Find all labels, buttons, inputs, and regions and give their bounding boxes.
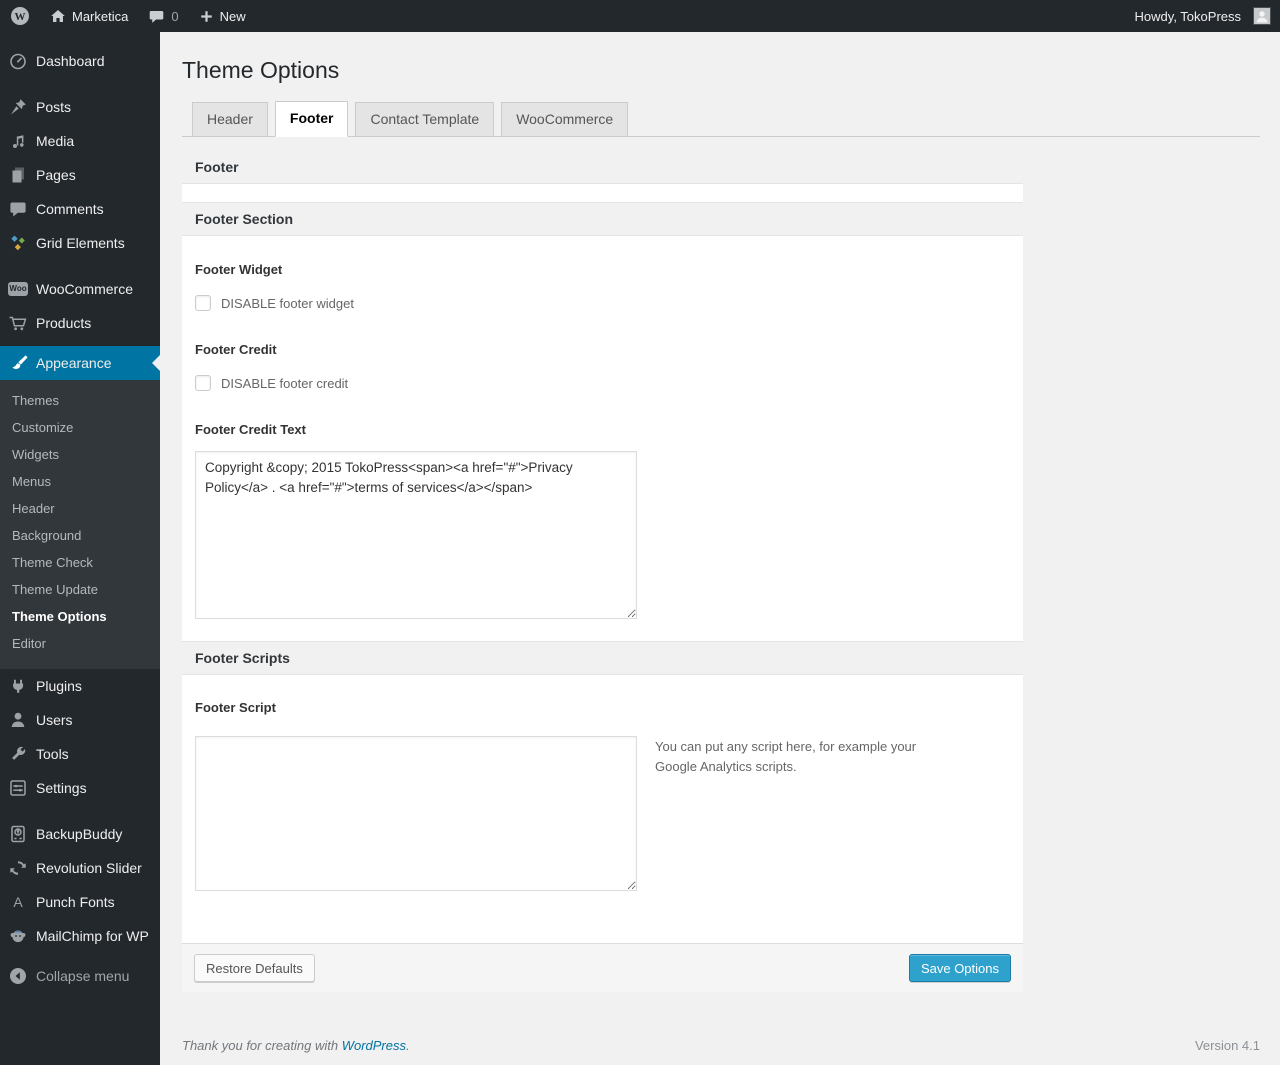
footer-section-body: Footer Widget DISABLE footer widget Foot… <box>182 262 1023 619</box>
panel-actions: Restore Defaults Save Options <box>182 943 1023 992</box>
sidebar-item-punch-fonts[interactable]: A Punch Fonts <box>0 885 160 919</box>
pages-icon <box>8 165 28 185</box>
media-icon <box>8 131 28 151</box>
footer-script-hint: You can put any script here, for example… <box>655 739 917 775</box>
sidebar-item-users[interactable]: Users <box>0 703 160 737</box>
wordpress-logo-menu[interactable]: W <box>0 0 40 32</box>
pushpin-icon <box>8 97 28 117</box>
howdy-label: Howdy, TokoPress <box>1134 8 1241 24</box>
sidebar-item-backupbuddy[interactable]: BackupBuddy <box>0 817 160 851</box>
footer-credit-text-input[interactable]: Copyright &copy; 2015 TokoPress<span><a … <box>195 451 637 619</box>
page-title: Theme Options <box>182 57 340 83</box>
sidebar-item-collapse-menu[interactable]: Collapse menu <box>0 959 160 993</box>
submenu-item-editor[interactable]: Editor <box>0 630 160 657</box>
tab-bar: Header Footer Contact Template WooCommer… <box>182 101 1260 137</box>
avatar <box>1253 7 1271 25</box>
footer-credit-label: Footer Credit <box>195 342 277 357</box>
thanks-text: Thank you for creating with WordPress. <box>182 1038 410 1053</box>
submenu-item-menus[interactable]: Menus <box>0 468 160 495</box>
sidebar-item-media[interactable]: Media <box>0 124 160 158</box>
wordpress-link[interactable]: WordPress <box>342 1038 406 1053</box>
sidebar-item-comments[interactable]: Comments <box>0 192 160 226</box>
disable-footer-widget-checkbox[interactable] <box>195 295 211 311</box>
dashboard-icon <box>8 51 28 71</box>
submenu-item-background[interactable]: Background <box>0 522 160 549</box>
comment-count: 0 <box>171 8 179 24</box>
comments-icon <box>8 199 28 219</box>
disable-footer-widget-label: DISABLE footer widget <box>221 295 354 311</box>
new-label: New <box>219 8 246 24</box>
user-icon <box>8 710 28 730</box>
plus-icon <box>199 9 214 24</box>
sidebar-item-tools[interactable]: Tools <box>0 737 160 771</box>
backup-drive-icon <box>8 824 28 844</box>
submenu-item-theme-options[interactable]: Theme Options <box>0 603 160 630</box>
sidebar-item-grid-elements[interactable]: Grid Elements <box>0 226 160 260</box>
footer-script-label: Footer Script <box>195 700 276 715</box>
sidebar-item-dashboard[interactable]: Dashboard <box>0 44 160 78</box>
site-menu[interactable]: Marketica <box>40 0 138 32</box>
main-content: Theme Options Header Footer Contact Temp… <box>160 32 1280 1065</box>
disable-footer-widget-row: DISABLE footer widget <box>195 294 1010 312</box>
comments-shortcut[interactable]: 0 <box>138 0 188 32</box>
submenu-item-theme-update[interactable]: Theme Update <box>0 576 160 603</box>
submenu-item-themes[interactable]: Themes <box>0 387 160 414</box>
cart-icon <box>8 313 28 333</box>
settings-sliders-icon <box>8 778 28 798</box>
sidebar-item-products[interactable]: Products <box>0 306 160 340</box>
current-menu-arrow <box>144 355 160 371</box>
svg-text:W: W <box>15 11 26 23</box>
disable-footer-credit-checkbox[interactable] <box>195 375 211 391</box>
footer-credit-text-label: Footer Credit Text <box>195 422 306 437</box>
submenu-item-customize[interactable]: Customize <box>0 414 160 441</box>
sidebar-item-posts[interactable]: Posts <box>0 90 160 124</box>
section-header-footer-section: Footer Section <box>182 202 1023 236</box>
paintbrush-icon <box>8 353 28 373</box>
admin-bar: W Marketica 0 New Howdy, TokoPress <box>0 0 1280 32</box>
admin-sidebar: Dashboard Posts Media Pages Comments Gri… <box>0 32 160 1065</box>
footer-scripts-body: Footer Script You can put any script her… <box>182 700 1023 891</box>
appearance-submenu: Themes Customize Widgets Menus Header Ba… <box>0 380 160 669</box>
sidebar-item-revolution-slider[interactable]: Revolution Slider <box>0 851 160 885</box>
submenu-item-theme-check[interactable]: Theme Check <box>0 549 160 576</box>
rotate-arrows-icon <box>8 858 28 878</box>
submenu-item-widgets[interactable]: Widgets <box>0 441 160 468</box>
disable-footer-credit-label: DISABLE footer credit <box>221 375 349 391</box>
monkey-icon <box>8 926 28 946</box>
footer-widget-label: Footer Widget <box>195 262 283 277</box>
tab-woocommerce[interactable]: WooCommerce <box>501 102 629 136</box>
sidebar-item-plugins[interactable]: Plugins <box>0 669 160 703</box>
tab-footer[interactable]: Footer <box>274 101 349 137</box>
restore-defaults-button[interactable]: Restore Defaults <box>194 954 315 982</box>
disable-footer-credit-row: DISABLE footer credit <box>195 374 1010 392</box>
footer-script-input[interactable] <box>195 736 637 891</box>
collapse-arrow-icon <box>8 966 28 986</box>
new-content-menu[interactable]: New <box>189 0 256 32</box>
wordpress-logo-icon: W <box>10 6 30 26</box>
submenu-item-header[interactable]: Header <box>0 495 160 522</box>
sidebar-item-mailchimp[interactable]: MailChimp for WP <box>0 919 160 953</box>
save-options-button[interactable]: Save Options <box>908 954 1011 982</box>
version-text: Version 4.1 <box>1194 1038 1260 1053</box>
plug-icon <box>8 676 28 696</box>
sidebar-item-appearance[interactable]: Appearance <box>0 346 160 380</box>
theme-options-panel: Footer Footer Section Footer Widget DISA… <box>182 151 1023 992</box>
woocommerce-icon: Woo <box>8 279 28 299</box>
wrench-icon <box>8 744 28 764</box>
sidebar-item-pages[interactable]: Pages <box>0 158 160 192</box>
home-icon <box>50 8 66 24</box>
tab-contact-template[interactable]: Contact Template <box>355 102 495 136</box>
section-header-footer-scripts: Footer Scripts <box>182 641 1023 675</box>
tab-header[interactable]: Header <box>192 102 268 136</box>
panel-title: Footer <box>182 151 1023 184</box>
sidebar-item-woocommerce[interactable]: Woo WooCommerce <box>0 272 160 306</box>
page-footer: Thank you for creating with WordPress. V… <box>182 1038 1260 1065</box>
site-name: Marketica <box>72 8 129 24</box>
grid-elements-icon <box>8 233 28 253</box>
comment-bubble-icon <box>148 8 165 25</box>
letter-a-icon: A <box>13 894 23 910</box>
account-menu[interactable]: Howdy, TokoPress <box>1125 0 1280 32</box>
sidebar-item-settings[interactable]: Settings <box>0 771 160 805</box>
